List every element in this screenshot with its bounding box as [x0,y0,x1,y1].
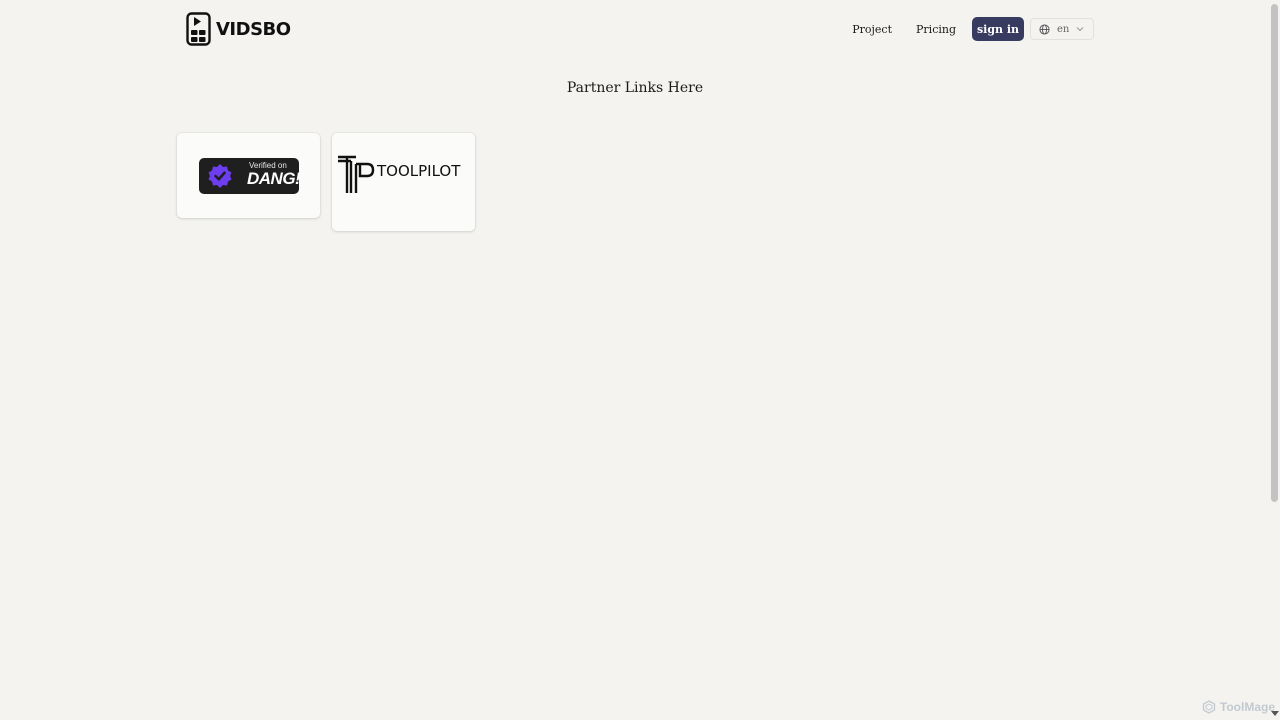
toolpilot-logo-text: TOOLPILOT [377,162,461,180]
language-value: en [1057,23,1070,35]
nav-link-pricing[interactable]: Pricing [908,23,964,36]
scrollbar-thumb[interactable] [1271,4,1278,502]
toolmage-logo-icon [1202,700,1216,714]
vidsbo-logo-icon [186,12,211,46]
site-header: VIDSBO Project Pricing sign in en [0,0,1270,60]
vertical-scrollbar[interactable] [1270,0,1280,720]
partner-card-toolpilot[interactable]: TOOLPILOT [332,133,475,231]
globe-icon [1039,23,1050,35]
chevron-down-icon [1077,27,1084,32]
nav-link-project[interactable]: Project [844,23,900,36]
watermark-text: ToolMage [1219,700,1275,714]
dang-badge-name: DANG! [247,169,301,188]
partner-card-dang[interactable]: Verified on DANG! [177,133,320,218]
verified-seal-icon [208,164,232,188]
toolpilot-logo-icon [338,155,375,193]
language-select[interactable]: en [1030,18,1094,40]
logo-text: VIDSBO [216,18,291,40]
page: VIDSBO Project Pricing sign in en Partne… [0,0,1280,720]
watermark: ToolMage [1202,700,1275,714]
dang-badge: Verified on DANG! [199,158,301,194]
page-title: Partner Links Here [566,80,704,96]
sign-in-button[interactable]: sign in [972,17,1024,41]
main-nav: Project Pricing sign in en [844,17,1094,41]
site-logo[interactable]: VIDSBO [186,12,291,46]
